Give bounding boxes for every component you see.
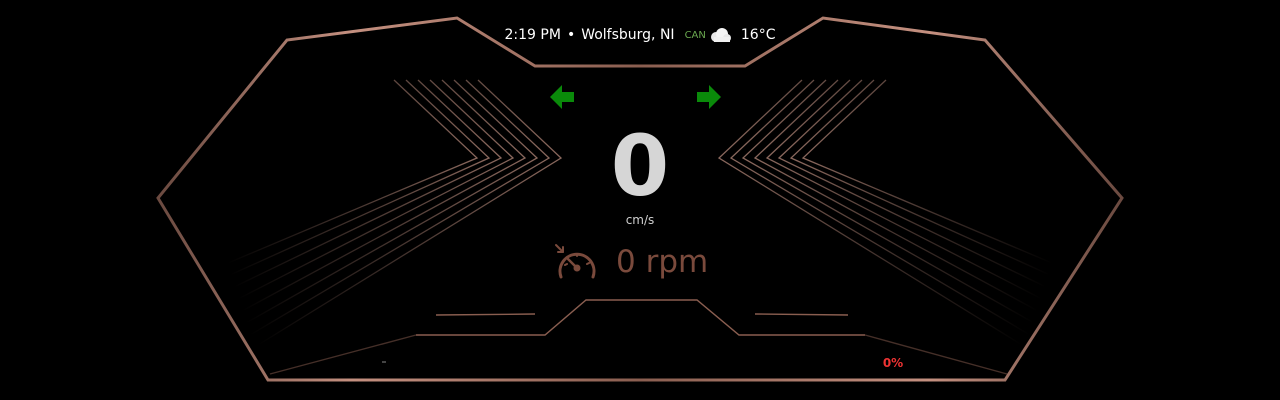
speedometer-icon [554, 242, 598, 282]
speed-unit: cm/s [625, 213, 655, 227]
can-status-label: CAN [684, 29, 706, 41]
cloud-icon [708, 27, 732, 43]
location-label: Wolfsburg, NI [581, 27, 675, 43]
status-bar: 2:19 PM • Wolfsburg, NI CAN 16°C [0, 25, 1280, 45]
arrow-left-icon [549, 84, 575, 110]
left-chevrons [227, 79, 563, 346]
speed-value: 0 [610, 117, 670, 215]
arrow-right-icon [696, 84, 722, 110]
temperature-label: 16°C [740, 27, 776, 43]
battery-percent: 0% [882, 356, 904, 370]
status-dot [382, 361, 386, 363]
rpm-readout: 0 rpm [554, 242, 708, 282]
clock-time: 2:19 PM [504, 27, 561, 43]
status-separator: • [566, 27, 576, 43]
right-chevrons [717, 79, 1053, 346]
instrument-cluster: 2:19 PM • Wolfsburg, NI CAN 16°C 0 cm/s [0, 0, 1280, 400]
rpm-value: 0 rpm [616, 244, 709, 280]
